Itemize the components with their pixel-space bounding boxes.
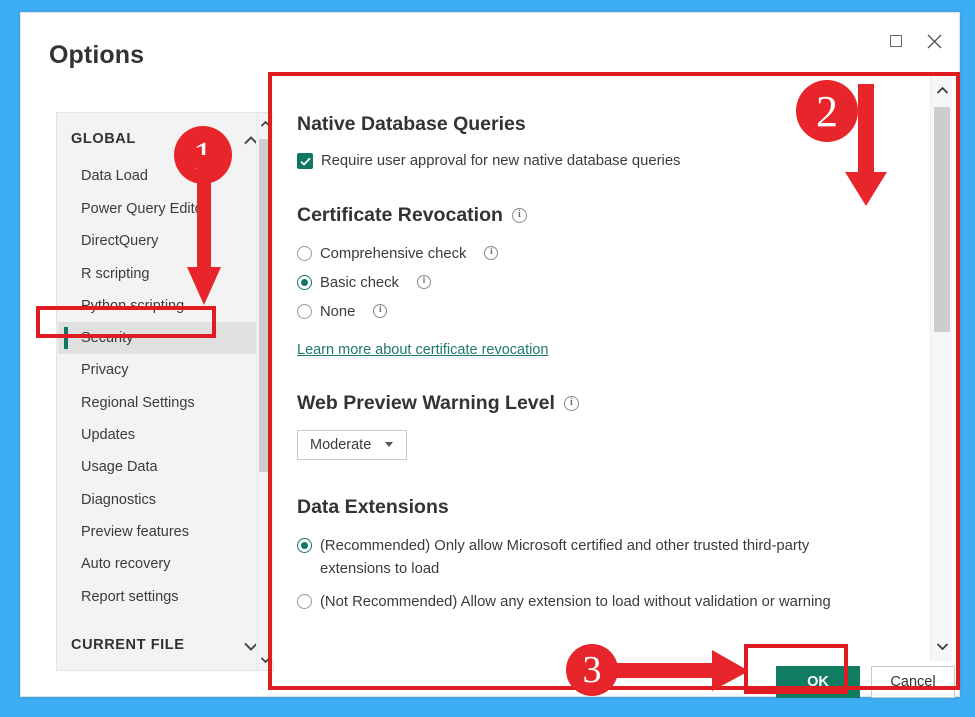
sidebar-item-label: Security — [81, 330, 134, 346]
sidebar-item-diagnostics[interactable]: Diagnostics — [58, 484, 258, 516]
dropdown-selected-value: Moderate — [310, 436, 372, 453]
info-icon[interactable]: i — [484, 245, 499, 260]
info-icon[interactable]: i — [511, 207, 527, 223]
sidebar-item-label: Updates — [81, 427, 136, 443]
radio-label: (Not Recommended) Allow any extension to… — [320, 593, 831, 610]
sidebar-item-label: Data Load — [81, 168, 148, 184]
radio-label: Basic check — [320, 274, 399, 291]
sidebar-item-data-load[interactable]: Data Load — [58, 160, 258, 192]
section-heading-data-extensions: Data Extensions — [297, 495, 449, 518]
checkbox-require-user-approval[interactable] — [297, 153, 313, 169]
scroll-up-icon[interactable] — [931, 78, 952, 102]
sidebar-item-label: Auto recovery — [81, 556, 171, 572]
radio-none[interactable] — [297, 303, 312, 319]
sidebar-item-r-scripting[interactable]: R scripting — [58, 258, 258, 290]
sidebar-item-report-settings[interactable]: Report settings — [58, 581, 258, 613]
chevron-down-icon — [385, 442, 394, 448]
check-icon — [299, 157, 311, 166]
cancel-button[interactable]: Cancel — [871, 666, 955, 698]
learn-more-link[interactable]: Learn more about certificate revocation — [297, 342, 548, 358]
sidebar-item-preview-features[interactable]: Preview features — [58, 516, 258, 548]
sidebar-scrollbar[interactable] — [256, 113, 273, 670]
sidebar-item-label: DirectQuery — [81, 233, 159, 249]
sidebar: GLOBAL Data Load Power Query Editor Dire… — [56, 112, 274, 671]
data-ext-option-not-recommended[interactable]: (Not Recommended) Allow any extension to… — [297, 591, 897, 614]
scroll-down-icon[interactable] — [931, 634, 952, 658]
settings-scroll-area: Native Database Queries Require user app… — [273, 75, 922, 661]
radio-label: Comprehensive check — [320, 245, 467, 262]
section-heading-web-preview-warning-level: Web Preview Warning Level i — [297, 392, 898, 415]
options-dialog: Options GLOBAL Data Load Power Query Edi… — [20, 12, 960, 698]
sidebar-item-label: Diagnostics — [81, 492, 156, 508]
cert-option-none[interactable]: None i — [297, 301, 898, 324]
sidebar-item-regional-settings[interactable]: Regional Settings — [58, 387, 258, 419]
radio-label: (Recommended) Only allow Microsoft certi… — [320, 537, 810, 577]
section-heading-native-database-queries: Native Database Queries — [297, 113, 526, 135]
info-icon[interactable]: i — [416, 274, 431, 289]
sidebar-item-usage-data[interactable]: Usage Data — [58, 451, 258, 483]
sidebar-item-auto-recovery[interactable]: Auto recovery — [58, 548, 258, 580]
sidebar-scrollbar-thumb[interactable] — [259, 139, 272, 472]
sidebar-item-label: Usage Data — [81, 459, 158, 475]
section-heading-text: Certificate Revocation — [297, 203, 503, 226]
cert-option-comprehensive[interactable]: Comprehensive check i — [297, 243, 898, 266]
sidebar-item-updates[interactable]: Updates — [58, 419, 258, 451]
section-heading-certificate-revocation: Certificate Revocation i — [297, 204, 898, 227]
radio-basic-check[interactable] — [297, 274, 312, 290]
scroll-up-icon[interactable] — [257, 115, 273, 132]
sidebar-item-power-query-editor[interactable]: Power Query Editor — [58, 193, 258, 225]
sidebar-item-label: Regional Settings — [81, 395, 195, 411]
sidebar-group-current-file: CURRENT FILE — [71, 637, 185, 653]
sidebar-item-label: Python scripting — [81, 298, 185, 314]
cert-option-basic[interactable]: Basic check i — [297, 272, 898, 295]
radio-recommended-extensions[interactable] — [297, 537, 312, 553]
maximize-icon[interactable] — [879, 27, 913, 55]
close-icon[interactable] — [917, 27, 951, 55]
content-scrollbar-thumb[interactable] — [934, 107, 950, 332]
page-title: Options — [49, 41, 145, 69]
radio-not-recommended-extensions[interactable] — [297, 593, 312, 609]
info-icon[interactable]: i — [563, 395, 579, 411]
sidebar-item-label: Privacy — [81, 362, 129, 378]
web-preview-warning-level-dropdown[interactable]: Moderate — [297, 429, 407, 460]
content-scrollbar[interactable] — [930, 75, 952, 661]
sidebar-item-label: Preview features — [81, 524, 189, 540]
sidebar-item-label: Power Query Editor — [81, 201, 208, 217]
maximize-square — [890, 35, 902, 47]
sidebar-item-python-scripting[interactable]: Python scripting — [58, 290, 258, 322]
radio-label: None — [320, 303, 356, 320]
data-ext-option-recommended[interactable]: (Recommended) Only allow Microsoft certi… — [297, 535, 837, 581]
sidebar-item-privacy[interactable]: Privacy — [58, 354, 258, 386]
native-query-approval-row[interactable]: Require user approval for new native dat… — [297, 150, 898, 173]
settings-content-panel: Native Database Queries Require user app… — [273, 75, 952, 661]
ok-button[interactable]: OK — [776, 666, 860, 698]
sidebar-item-security[interactable]: Security — [58, 322, 258, 354]
checkbox-label: Require user approval for new native dat… — [321, 153, 681, 169]
sidebar-group-global: GLOBAL — [71, 131, 136, 147]
sidebar-item-label: R scripting — [81, 266, 150, 282]
sidebar-item-label: Report settings — [81, 589, 179, 605]
close-glyph — [927, 34, 941, 48]
scroll-down-icon[interactable] — [257, 651, 273, 668]
radio-comprehensive-check[interactable] — [297, 245, 312, 261]
section-heading-text: Web Preview Warning Level — [297, 391, 555, 414]
info-icon[interactable]: i — [373, 303, 388, 318]
sidebar-item-directquery[interactable]: DirectQuery — [58, 225, 258, 257]
